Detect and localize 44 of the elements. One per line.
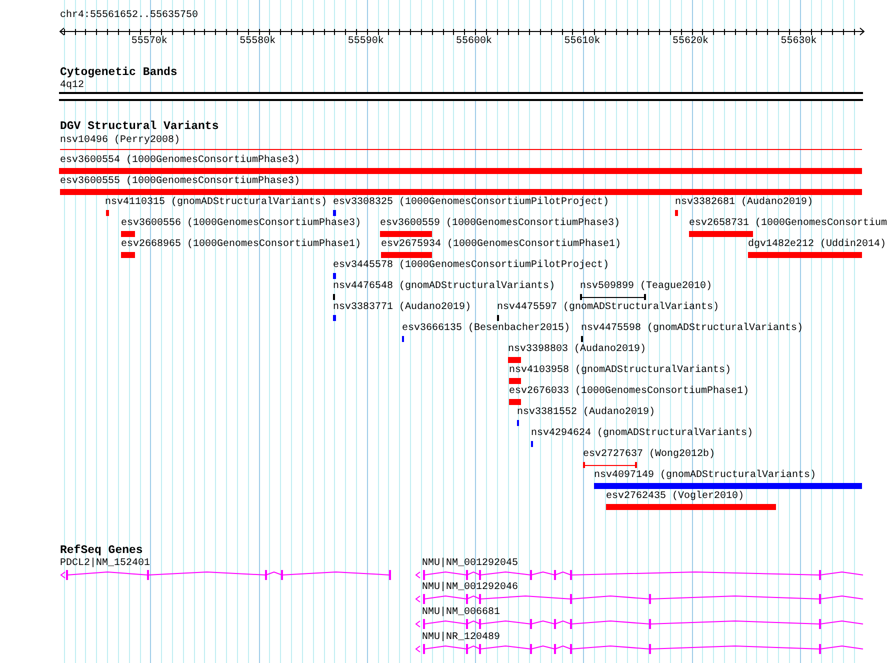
feature-label: esv3445578 (1000GenomesConsortiumPilotProject) — [333, 260, 610, 272]
gene-label: NMU|NM_001292045 — [422, 558, 518, 570]
tick-label: 55580k — [240, 36, 276, 48]
feature-label: nsv3382681 (Audano2019) — [675, 197, 814, 209]
feature-label: esv3600559 (1000GenomesConsortiumPhase3) — [380, 218, 620, 230]
track-title: DGV Structural Variants — [60, 121, 219, 133]
gene-label: NMU|NM_001292046 — [422, 582, 518, 594]
feature-label: nsv10496 (Perry2008) — [60, 135, 180, 147]
feature-label: esv2658731 (1000GenomesConsortium — [689, 218, 888, 230]
feature-label: nsv4475598 (gnomADStructuralVariants) — [581, 323, 804, 335]
feature-label: esv3308325 (1000GenomesConsortiumPilotProject) — [333, 197, 610, 209]
tick-label: 55570k — [131, 36, 168, 48]
feature-label: esv3600555 (1000GenomesConsortiumPhase3) — [60, 176, 300, 188]
feature-label: esv3600554 (1000GenomesConsortiumPhase3) — [60, 155, 300, 167]
gene-label: NMU|NM_006681 — [422, 607, 500, 619]
feature-label: esv2676033 (1000GenomesConsortiumPhase1) — [509, 386, 750, 398]
feature-label: nsv4103958 (gnomADStructuralVariants) — [509, 365, 732, 377]
feature-label: nsv4110315 (gnomADStructuralVariants) — [105, 197, 328, 209]
tick-label: 55620k — [672, 36, 709, 48]
feature-label: nsv509899 (Teague2010) — [580, 281, 712, 293]
feature-label: esv2675934 (1000GenomesConsortiumPhase1) — [381, 239, 622, 251]
feature-label: nsv3398803 (Audano2019) — [508, 344, 646, 356]
tick-label: 55600k — [456, 36, 492, 48]
feature-label: nsv3383771 (Audano2019) — [333, 302, 472, 314]
track-title: RefSeq Genes — [60, 545, 143, 557]
tick-label: 55610k — [564, 36, 600, 48]
tick-label: 55590k — [348, 36, 384, 48]
gene-label: NMU|NR_120489 — [422, 632, 500, 644]
location-label: chr4:55561652..55635750 — [60, 10, 198, 22]
feature-label: esv2762435 (Vogler2010) — [606, 491, 744, 503]
feature-label: esv3666135 (Besenbacher2015) — [402, 323, 570, 335]
gene-label: PDCL2|NM_152401 — [60, 558, 150, 570]
tick-label: 55630k — [780, 36, 817, 48]
track-title: Cytogenetic Bands — [60, 67, 178, 79]
feature-label: esv3600556 (1000GenomesConsortiumPhase3) — [121, 218, 362, 230]
feature-label: nsv4097149 (gnomADStructuralVariants) — [594, 470, 816, 482]
feature-label: dgv1482e212 (Uddin2014) — [748, 239, 886, 251]
feature-label: nsv4476548 (gnomADStructuralVariants) — [333, 281, 556, 293]
feature-label: esv2668965 (1000GenomesConsortiumPhase1) — [121, 239, 362, 251]
feature-label: esv2727637 (Wong2012b) — [583, 449, 716, 461]
feature-label: nsv3381552 (Audano2019) — [517, 407, 656, 419]
feature-label: nsv4475597 (gnomADStructuralVariants) — [497, 302, 720, 314]
feature-label: nsv4294624 (gnomADStructuralVariants) — [531, 428, 754, 440]
band-label: 4q12 — [60, 80, 84, 92]
